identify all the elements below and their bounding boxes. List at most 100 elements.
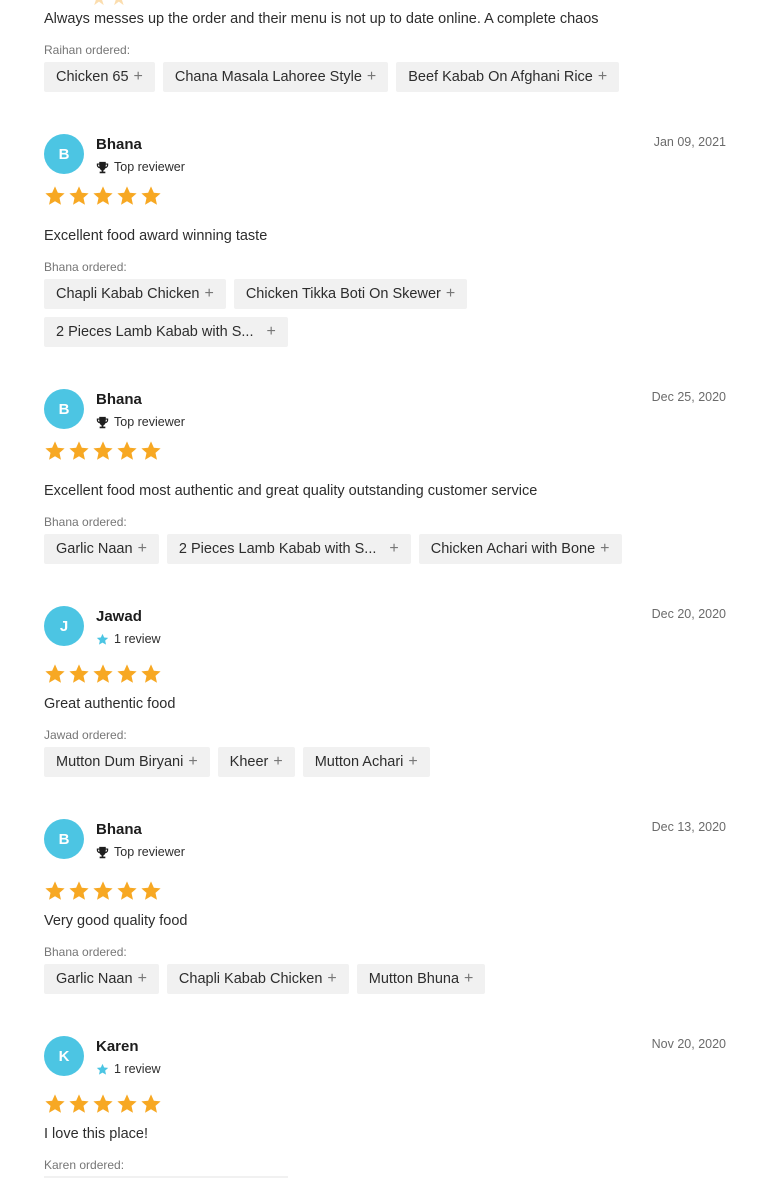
plus-icon[interactable]: + [273, 753, 282, 771]
star-icon [117, 881, 137, 900]
badge-label: Top reviewer [114, 845, 185, 859]
plus-icon[interactable]: + [389, 540, 398, 558]
order-item-chip[interactable]: 2 Pieces Lamb Kabab with S... + [44, 317, 288, 347]
order-item-label: Garlic Naan [56, 541, 133, 557]
ordered-label: Jawad ordered: [44, 728, 127, 742]
rating-stars-partial: ★★ [90, 0, 130, 9]
star-icon [117, 664, 137, 683]
star-icon [45, 881, 65, 900]
reviewer-name[interactable]: Bhana [96, 391, 142, 408]
reviewer-badge: Top reviewer [96, 160, 185, 174]
plus-icon[interactable]: + [134, 68, 143, 86]
review-date: Jan 09, 2021 [653, 135, 726, 149]
ordered-items: Mutton Dum Biryani + Kheer + Mutton Achari… [44, 747, 726, 777]
plus-icon[interactable]: + [138, 970, 147, 988]
star-icon [45, 1094, 65, 1113]
review-date: Nov 20, 2020 [651, 1037, 726, 1051]
badge-label: Top reviewer [114, 160, 185, 174]
star-icon [141, 664, 161, 683]
order-item-label: Mutton Dum Biryani [56, 754, 184, 770]
reviewer-badge: Top reviewer [96, 415, 185, 429]
order-item-label: Chapli Kabab Chicken [56, 286, 200, 302]
review-text: I love this place! [44, 1126, 148, 1142]
order-item-chip[interactable]: Mutton Bhuna + [356, 964, 486, 994]
star-icon [69, 186, 89, 205]
order-item-label: Mutton Bhuna [368, 971, 460, 987]
star-icon [69, 664, 89, 683]
order-item-chip[interactable]: 2 Pieces Lamb Kabab with S... + [166, 534, 411, 564]
reviewer-badge: Top reviewer [96, 845, 185, 859]
star-icon [69, 1094, 89, 1113]
avatar: B [44, 389, 84, 429]
order-item-label: Chicken Tikka Boti On Skewer [245, 286, 441, 302]
plus-icon[interactable]: + [464, 970, 473, 988]
order-item-chip[interactable]: Chapli Kabab Chicken + [166, 964, 349, 994]
order-item-label: Chicken 65 [56, 69, 129, 85]
order-item-chip[interactable]: Kheer + [217, 747, 295, 777]
review-text: Excellent food most authentic and great … [44, 483, 538, 499]
order-item-chip[interactable]: Chapli Kabab Chicken + [44, 279, 226, 309]
plus-icon[interactable]: + [408, 753, 417, 771]
trophy-icon [96, 846, 109, 858]
order-item-chip[interactable]: Chicken Tikka Boti On Skewer + [233, 279, 468, 309]
review-date: Dec 25, 2020 [651, 390, 726, 404]
reviewer-badge: 1 review [96, 632, 161, 646]
order-item-label: Chicken Achari with Bone [430, 541, 596, 557]
star-icon [93, 441, 113, 460]
star-icon [141, 186, 161, 205]
order-item-label: Beef Kabab On Afghani Rice [408, 69, 593, 85]
plus-icon[interactable]: + [204, 285, 213, 303]
review-text: Very good quality food [44, 913, 188, 929]
star-icon [117, 186, 137, 205]
reviewer-name[interactable]: Bhana [96, 136, 142, 153]
star-icon [96, 1063, 109, 1075]
trophy-icon [96, 161, 109, 173]
plus-icon[interactable]: + [138, 540, 147, 558]
plus-icon[interactable]: + [266, 323, 275, 341]
order-item-chip[interactable]: Chicken Achari with Bone + [418, 534, 622, 564]
star-icon [93, 186, 113, 205]
order-item-label: Kheer [229, 754, 269, 770]
plus-icon[interactable]: + [598, 68, 607, 86]
plus-icon[interactable]: + [188, 753, 197, 771]
star-icon [69, 441, 89, 460]
order-item-chip[interactable]: Chicken 65 + [44, 62, 155, 92]
rating-stars [44, 880, 162, 902]
star-icon [45, 441, 65, 460]
order-item-chip[interactable]: Beef Kabab On Afghani Rice + [396, 62, 620, 92]
ordered-label: Bhana ordered: [44, 260, 127, 274]
star-icon [117, 441, 137, 460]
ordered-items: Garlic Naan + Chapli Kabab Chicken + Mutto… [44, 964, 726, 994]
trophy-icon [96, 416, 109, 428]
review-date: Dec 20, 2020 [651, 607, 726, 621]
order-item-label: Garlic Naan [56, 971, 133, 987]
ordered-items: Garlic Naan + 2 Pieces Lamb Kabab with S.… [44, 534, 726, 564]
badge-label: Top reviewer [114, 415, 185, 429]
plus-icon[interactable]: + [367, 68, 376, 86]
reviewer-name[interactable]: Jawad [96, 608, 142, 625]
ordered-label: Karen ordered: [44, 1158, 125, 1172]
rating-stars [44, 440, 162, 462]
order-item-label: Chana Masala Lahoree Style [174, 69, 362, 85]
order-item-chip[interactable]: Garlic Naan + [44, 534, 159, 564]
ordered-items: Chicken 65 + Chana Masala Lahoree Style + … [44, 62, 726, 92]
order-item-chip[interactable]: Garlic Naan + [44, 964, 159, 994]
reviewer-name[interactable]: Bhana [96, 821, 142, 838]
order-item-chip[interactable]: Chana Masala Lahoree Style + [162, 62, 389, 92]
star-icon [93, 881, 113, 900]
star-icon [45, 664, 65, 683]
star-icon [141, 441, 161, 460]
order-item-chip[interactable]: Mutton Achari + [302, 747, 430, 777]
order-item-chip[interactable]: Mutton Dum Biryani + [44, 747, 210, 777]
avatar: B [44, 134, 84, 174]
star-icon [141, 881, 161, 900]
plus-icon[interactable]: + [327, 970, 336, 988]
star-icon [93, 1094, 113, 1113]
plus-icon[interactable]: + [600, 540, 609, 558]
reviewer-badge: 1 review [96, 1062, 161, 1076]
reviewer-name[interactable]: Karen [96, 1038, 139, 1055]
rating-stars [44, 663, 162, 685]
order-item-label: Chapli Kabab Chicken [178, 971, 323, 987]
avatar: B [44, 819, 84, 859]
plus-icon[interactable]: + [446, 285, 455, 303]
